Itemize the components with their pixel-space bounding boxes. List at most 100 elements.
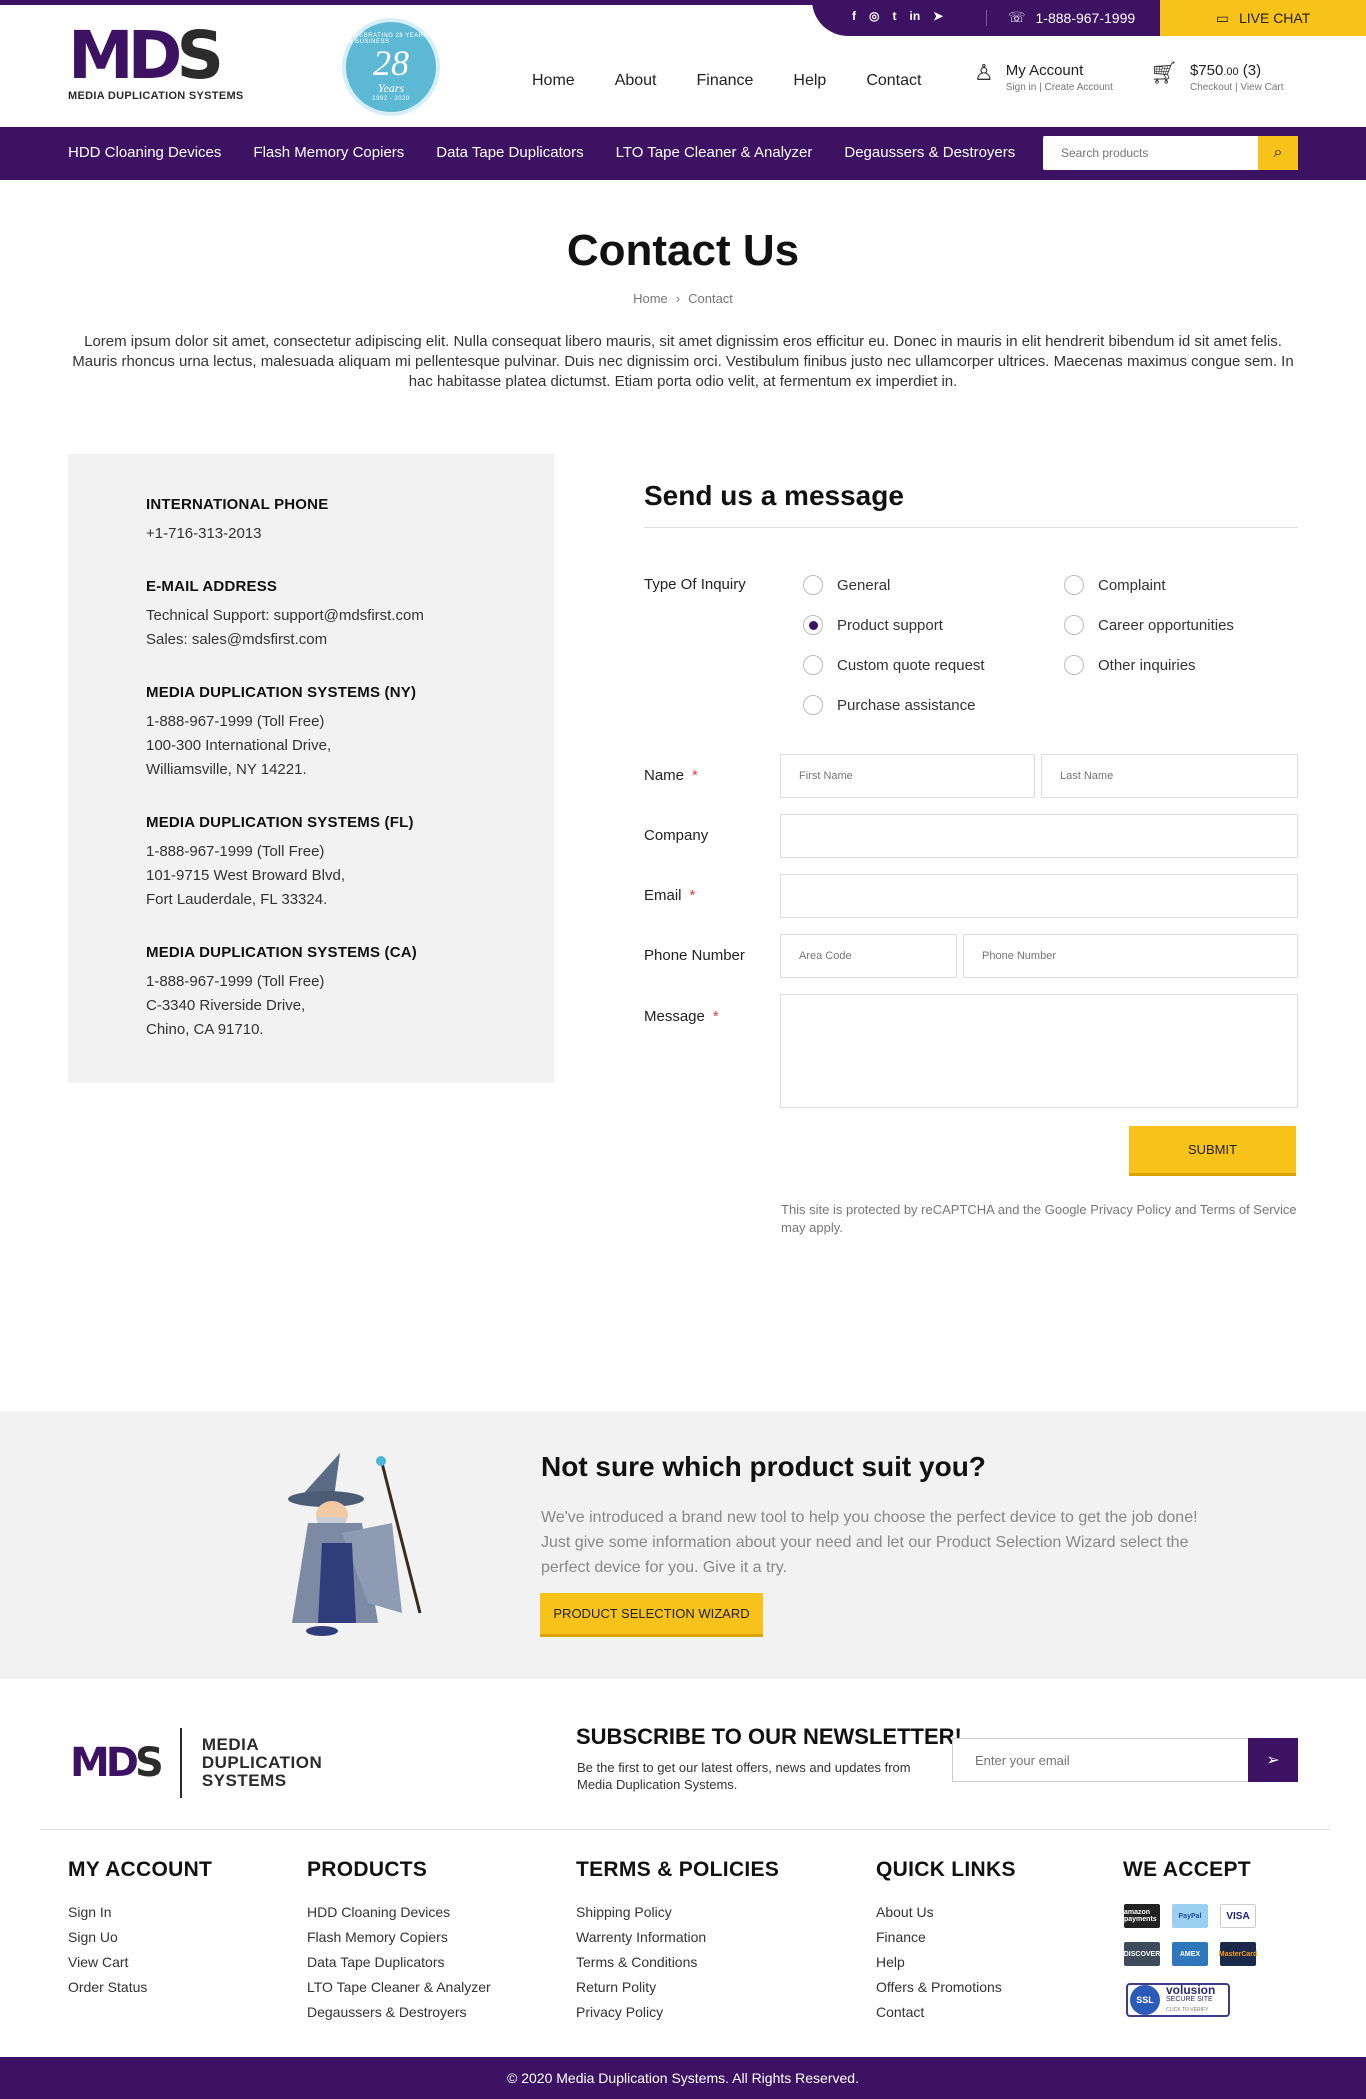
my-account[interactable]: ♙ My Account Sign in | Create Account [974,62,1113,94]
area-code-input[interactable] [781,935,956,977]
footer-col-account: MY ACCOUNT Sign In Sign Uo View Cart Ord… [68,1858,212,2000]
cart[interactable]: 🛒︎ $750.00 (3) Checkout | View Cart [1150,62,1284,94]
info-ca: MEDIA DUPLICATION SYSTEMS (CA) 1-888-967… [146,944,417,1042]
search-input[interactable] [1043,136,1253,170]
radio-button[interactable] [1064,575,1084,595]
radio-button[interactable] [803,695,823,715]
site-logo[interactable]: MDS MEDIA DUPLICATION SYSTEMS [68,23,244,103]
live-chat-button[interactable]: ▭ LIVE CHAT [1160,0,1366,36]
footer-link[interactable]: About Us [876,1900,1016,1925]
ssl-secure-badge[interactable]: SSL volusion SECURE SITE CLICK TO VERIFY [1126,1983,1230,2017]
instagram-icon[interactable]: ◎ [869,9,879,23]
logo-mark-a: MD [70,1740,139,1786]
required-mark: * [692,767,698,784]
view-cart-link[interactable]: View Cart [1240,82,1283,93]
radio-general[interactable]: General [803,575,890,595]
product-wizard-button[interactable]: PRODUCT SELECTION WIZARD [540,1593,763,1637]
copyright-bar: © 2020 Media Duplication Systems. All Ri… [0,2057,1366,2099]
divider [179,1728,182,1798]
top-phone-number[interactable]: 1-888-967-1999 [1036,10,1136,26]
radio-button[interactable] [1064,615,1084,635]
breadcrumb-home[interactable]: Home [633,291,668,306]
divider [40,1829,1330,1830]
info-line[interactable]: 1-888-967-1999 (Toll Free) [146,840,414,864]
info-line[interactable]: Sales: sales@mdsfirst.com [146,628,424,652]
category-flash[interactable]: Flash Memory Copiers [253,144,404,161]
telegram-icon[interactable]: ➤ [933,9,943,23]
nav-contact[interactable]: Contact [866,72,921,90]
info-line[interactable]: Technical Support: support@mdsfirst.com [146,604,424,628]
nav-help[interactable]: Help [793,72,826,90]
first-name-input[interactable] [781,755,1034,797]
radio-product-support[interactable]: Product support [803,615,943,635]
footer-link[interactable]: Warrenty Information [576,1925,779,1950]
info-line[interactable]: 1-888-967-1999 (Toll Free) [146,710,416,734]
linkedin-icon[interactable]: in [909,9,920,23]
company-input[interactable] [781,815,1297,857]
submit-button[interactable]: SUBMIT [1129,1126,1296,1176]
footer-link[interactable]: Order Status [68,1975,212,2000]
footer-link[interactable]: Terms & Conditions [576,1950,779,1975]
nav-home[interactable]: Home [532,72,575,90]
wizard-description: We've introduced a brand new tool to hel… [541,1509,1198,1576]
footer-link[interactable]: Shipping Policy [576,1900,779,1925]
footer-logo-line: DUPLICATION [201,1753,323,1772]
footer-link[interactable]: Return Polity [576,1975,779,2000]
footer-link[interactable]: Privacy Policy [576,2000,779,2025]
info-line[interactable]: 1-888-967-1999 (Toll Free) [146,970,417,994]
phone-input[interactable] [964,935,1297,977]
facebook-icon[interactable]: f [852,9,856,23]
info-line: Williamsville, NY 14221. [146,761,307,778]
create-account-link[interactable]: Create Account [1044,82,1112,93]
radio-complaint[interactable]: Complaint [1064,575,1166,595]
footer-logo[interactable]: MDS MEDIA DUPLICATION SYSTEMS [70,1728,322,1798]
sign-in-link[interactable]: Sign in [1006,82,1037,93]
info-intl-phone: INTERNATIONAL PHONE +1-716-313-2013 [146,496,328,546]
info-heading: MEDIA DUPLICATION SYSTEMS (NY) [146,684,417,701]
search-button[interactable]: ⌕ [1258,136,1298,170]
footer-link[interactable]: Sign Uo [68,1925,212,1950]
footer-link[interactable]: Sign In [68,1900,212,1925]
radio-career[interactable]: Career opportunities [1064,615,1234,635]
cart-cents: .00 [1223,66,1239,78]
category-degaussers[interactable]: Degaussers & Destroyers [844,144,1015,161]
radio-button[interactable] [803,575,823,595]
footer-link[interactable]: Finance [876,1925,1016,1950]
footer-link[interactable]: Offers & Promotions [876,1975,1016,2000]
footer-link[interactable]: Flash Memory Copiers [307,1925,491,1950]
company-field [780,814,1298,858]
footer-link[interactable]: Data Tape Duplicators [307,1950,491,1975]
category-data-tape[interactable]: Data Tape Duplicators [436,144,583,161]
footer-link[interactable]: Contact [876,2000,1016,2025]
nav-finance[interactable]: Finance [697,72,754,90]
badge-range: 1992 - 2020 [372,95,410,102]
info-ny: MEDIA DUPLICATION SYSTEMS (NY) 1-888-967… [146,684,416,782]
footer-link[interactable]: Help [876,1950,1016,1975]
newsletter-submit-button[interactable]: ➢ [1248,1738,1298,1782]
radio-other[interactable]: Other inquiries [1064,655,1196,675]
twitter-icon[interactable]: t [892,9,896,23]
radio-button-selected[interactable] [803,615,823,635]
radio-button[interactable] [1064,655,1084,675]
account-title[interactable]: My Account [1006,62,1113,79]
newsletter-description: Be the first to get our latest offers, n… [577,1760,911,1792]
radio-purchase[interactable]: Purchase assistance [803,695,975,715]
radio-custom-quote[interactable]: Custom quote request [803,655,985,675]
email-input[interactable] [781,875,1297,917]
top-phone[interactable]: ☏ 1-888-967-1999 [1008,9,1135,26]
category-hdd[interactable]: HDD Cloaning Devices [68,144,221,161]
footer-link[interactable]: Degaussers & Destroyers [307,2000,491,2025]
search-icon: ⌕ [1273,144,1283,161]
message-textarea[interactable] [781,995,1297,1107]
checkout-link[interactable]: Checkout [1190,82,1232,93]
category-lto[interactable]: LTO Tape Cleaner & Analyzer [616,144,813,161]
email-field [780,874,1298,918]
last-name-input[interactable] [1042,755,1297,797]
nav-about[interactable]: About [615,72,657,90]
footer-link[interactable]: View Cart [68,1950,212,1975]
radio-button[interactable] [803,655,823,675]
info-line[interactable]: +1-716-313-2013 [146,522,328,546]
footer-link[interactable]: LTO Tape Cleaner & Analyzer [307,1975,491,2000]
footer-link[interactable]: HDD Cloaning Devices [307,1900,491,1925]
newsletter-email-input[interactable] [953,1739,1248,1781]
